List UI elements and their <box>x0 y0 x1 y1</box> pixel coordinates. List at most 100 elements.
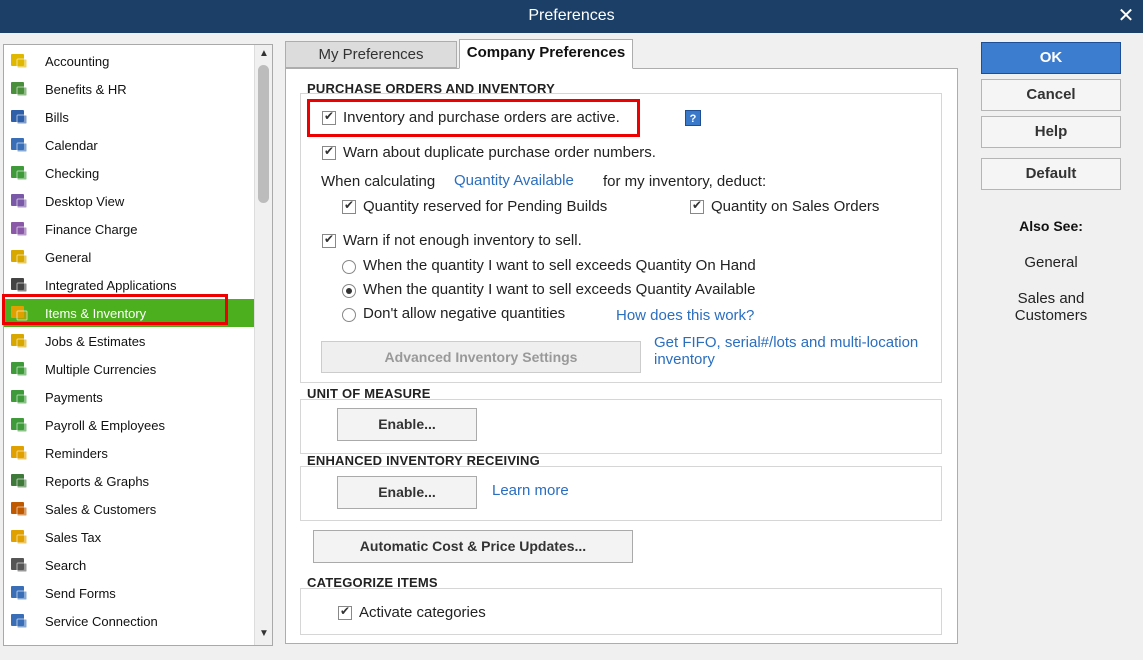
sidebar-item-desktop-view[interactable]: Desktop View <box>4 187 254 215</box>
sidebar-item-label: Multiple Currencies <box>45 362 157 377</box>
sidebar-item-jobs-estimates[interactable]: Jobs & Estimates <box>4 327 254 355</box>
calendar-icon <box>9 135 29 155</box>
also-see-general-link[interactable]: General <box>981 254 1121 271</box>
tab-my-preferences[interactable]: My Preferences <box>285 41 457 68</box>
sidebar-item-items-inventory[interactable]: Items & Inventory <box>4 299 254 327</box>
radio-quantity-available[interactable] <box>342 284 356 298</box>
sidebar-item-payments[interactable]: Payments <box>4 383 254 411</box>
sidebar-item-label: Jobs & Estimates <box>45 334 146 349</box>
sales-customers-icon <box>9 499 29 519</box>
sidebar-item-send-forms[interactable]: Send Forms <box>4 579 254 607</box>
also-see-sales-customers-link[interactable]: Sales and Customers <box>981 290 1121 324</box>
sidebar-item-accounting[interactable]: Accounting <box>4 47 254 75</box>
qty-reserved-checkbox[interactable] <box>342 198 356 214</box>
list-scrollbar[interactable]: ▲ ▼ <box>254 45 272 645</box>
sidebar-item-finance-charge[interactable]: Finance Charge <box>4 215 254 243</box>
sidebar-item-label: Send Forms <box>45 586 116 601</box>
qty-reserved-label: Quantity reserved for Pending Builds <box>363 198 608 215</box>
sidebar-item-label: Reports & Graphs <box>45 474 150 489</box>
sidebar-item-checking[interactable]: Checking <box>4 159 254 187</box>
radio-quantity-on-hand[interactable] <box>342 260 356 274</box>
sidebar-item-payroll-employees[interactable]: Payroll & Employees <box>4 411 254 439</box>
window-title: Preferences <box>528 7 615 24</box>
multiple-currencies-icon <box>9 359 29 379</box>
get-fifo-link[interactable]: Get FIFO, serial#/lots and multi-locatio… <box>654 334 918 368</box>
receiving-enable-button[interactable]: Enable... <box>337 476 477 509</box>
sidebar-item-sales-customers[interactable]: Sales & Customers <box>4 495 254 523</box>
when-calculating-label: When calculating <box>321 173 436 190</box>
sidebar-item-label: Search <box>45 558 87 573</box>
sidebar-item-label: Payments <box>45 390 103 405</box>
preferences-category-list[interactable]: ▲ ▼ Accounting Benefits & HR Bills Calendar… <box>3 44 273 646</box>
send-forms-icon <box>9 583 29 603</box>
sidebar-item-service-connection[interactable]: Service Connection <box>4 607 254 635</box>
qty-sales-orders-label: Quantity on Sales Orders <box>711 198 880 215</box>
sidebar-item-multiple-currencies[interactable]: Multiple Currencies <box>4 355 254 383</box>
automatic-cost-price-updates-button[interactable]: Automatic Cost & Price Updates... <box>313 530 633 563</box>
sidebar-item-reports-graphs[interactable]: Reports & Graphs <box>4 467 254 495</box>
sidebar-item-label: Service Connection <box>45 614 158 629</box>
radio-dont-allow-negative[interactable] <box>342 308 356 322</box>
sidebar-item-general[interactable]: General <box>4 243 254 271</box>
help-icon[interactable]: ? <box>685 110 701 126</box>
desktop-view-icon <box>9 191 29 211</box>
uom-enable-button[interactable]: Enable... <box>337 408 477 441</box>
sidebar-item-integrated-applications[interactable]: Integrated Applications <box>4 271 254 299</box>
jobs-estimates-icon <box>9 331 29 351</box>
quantity-available-link[interactable]: Quantity Available <box>454 172 574 189</box>
qty-sales-orders-checkbox[interactable] <box>690 198 704 214</box>
activate-categories-checkbox[interactable] <box>338 604 352 620</box>
sidebar-item-reminders[interactable]: Reminders <box>4 439 254 467</box>
scroll-thumb[interactable] <box>258 65 269 203</box>
warn-duplicate-po-checkbox[interactable] <box>322 144 336 160</box>
also-see-title: Also See: <box>1019 218 1083 234</box>
sidebar-item-search[interactable]: Search <box>4 551 254 579</box>
radio-quantity-available-label: When the quantity I want to sell exceeds… <box>363 281 756 298</box>
sidebar-item-label: Desktop View <box>45 194 125 209</box>
warn-not-enough-checkbox[interactable] <box>322 232 336 248</box>
learn-more-link[interactable]: Learn more <box>492 482 569 499</box>
scroll-down-icon[interactable]: ▼ <box>257 627 271 641</box>
reminders-icon <box>9 443 29 463</box>
benefits-hr-icon <box>9 79 29 99</box>
service-connection-icon <box>9 611 29 631</box>
also-see-sales-customers-line2: Customers <box>1014 307 1088 324</box>
close-icon[interactable]: ✕ <box>1115 5 1137 27</box>
warn-not-enough-label: Warn if not enough inventory to sell. <box>343 232 582 249</box>
help-button[interactable]: Help <box>981 116 1121 148</box>
sidebar-item-label: Integrated Applications <box>45 278 177 293</box>
sidebar-item-label: Accounting <box>45 54 110 69</box>
ok-button[interactable]: OK <box>981 42 1121 74</box>
tab-company-preferences[interactable]: Company Preferences <box>459 39 633 69</box>
sidebar-item-calendar[interactable]: Calendar <box>4 131 254 159</box>
sales-tax-icon <box>9 527 29 547</box>
checking-icon <box>9 163 29 183</box>
sidebar-item-sales-tax[interactable]: Sales Tax <box>4 523 254 551</box>
sidebar-item-label: Items & Inventory <box>45 306 147 321</box>
sidebar-item-bills[interactable]: Bills <box>4 103 254 131</box>
warn-duplicate-po-label: Warn about duplicate purchase order numb… <box>343 144 656 161</box>
inventory-active-checkbox[interactable] <box>322 109 336 125</box>
also-see-sales-customers-line1: Sales and <box>1017 290 1085 307</box>
reports-graphs-icon <box>9 471 29 491</box>
scroll-up-icon[interactable]: ▲ <box>257 47 271 61</box>
inventory-active-label: Inventory and purchase orders are active… <box>343 109 620 126</box>
sidebar-item-label: Finance Charge <box>45 222 138 237</box>
integrated-apps-icon <box>9 275 29 295</box>
title-bar: Preferences ✕ <box>0 0 1143 33</box>
bills-icon <box>9 107 29 127</box>
sidebar-item-label: Reminders <box>45 446 108 461</box>
sidebar-item-label: Bills <box>45 110 69 125</box>
for-my-inventory-label: for my inventory, deduct: <box>603 173 767 190</box>
how-does-this-work-link[interactable]: How does this work? <box>616 307 754 324</box>
radio-dont-allow-negative-label: Don't allow negative quantities <box>363 305 566 322</box>
advanced-inventory-settings-button[interactable]: Advanced Inventory Settings <box>321 341 641 373</box>
sidebar-item-benefits-hr[interactable]: Benefits & HR <box>4 75 254 103</box>
radio-quantity-on-hand-label: When the quantity I want to sell exceeds… <box>363 257 756 274</box>
cancel-button[interactable]: Cancel <box>981 79 1121 111</box>
get-fifo-link-line2: inventory <box>654 351 715 368</box>
general-icon <box>9 247 29 267</box>
accounting-icon <box>9 51 29 71</box>
default-button[interactable]: Default <box>981 158 1121 190</box>
sidebar-item-label: General <box>45 250 92 265</box>
